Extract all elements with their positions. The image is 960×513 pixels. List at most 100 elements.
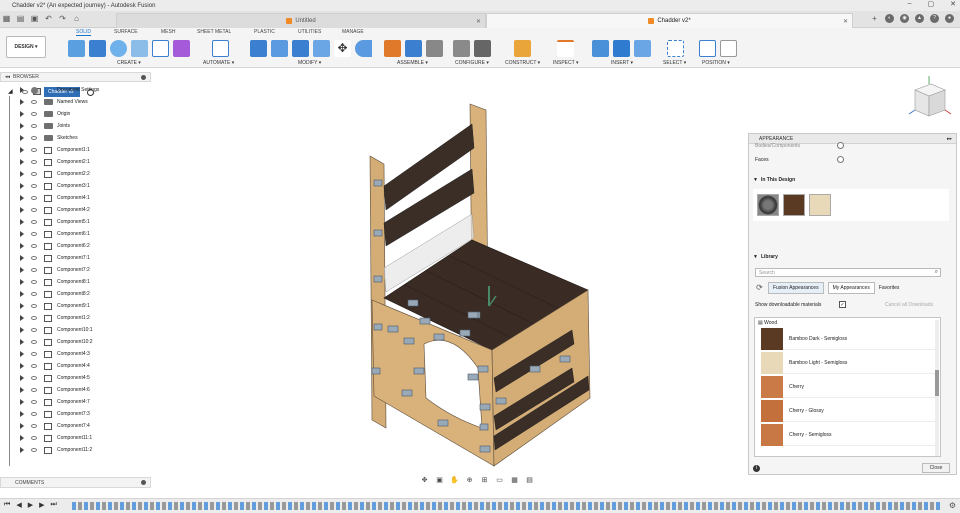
extensions-icon[interactable]: ◐ (885, 14, 894, 23)
library-section[interactable]: ▼ Library (753, 254, 778, 260)
visibility-icon[interactable] (31, 412, 37, 416)
expand-icon[interactable] (20, 183, 24, 189)
expand-icon[interactable] (20, 147, 24, 153)
expand-icon[interactable] (20, 171, 24, 177)
expand-icon[interactable] (20, 303, 24, 309)
visibility-icon[interactable] (31, 340, 37, 344)
visibility-icon[interactable] (31, 100, 37, 104)
close-icon[interactable]: ✕ (950, 0, 956, 8)
display-settings-icon[interactable]: ▭ (495, 476, 504, 485)
visibility-icon[interactable] (31, 184, 37, 188)
tab-untitled[interactable]: Untitled ✕ (116, 13, 486, 28)
joint-marker[interactable] (373, 275, 383, 283)
material-item[interactable]: Cherry - Glossy (761, 400, 939, 422)
expand-icon[interactable] (20, 423, 24, 429)
browser-item[interactable]: Component4:5 (0, 372, 151, 384)
visibility-icon[interactable] (31, 400, 37, 404)
in-this-design-section[interactable]: ▼ In This Design (753, 177, 795, 183)
visibility-icon[interactable] (31, 172, 37, 176)
expand-icon[interactable] (20, 135, 24, 141)
select-icon[interactable] (667, 40, 684, 57)
visibility-icon[interactable] (31, 232, 37, 236)
browser-item[interactable]: Component3:1 (0, 180, 151, 192)
visibility-icon[interactable] (31, 304, 37, 308)
tab-my-appearances[interactable]: My Appearances (827, 281, 875, 294)
browser-item[interactable]: Component6:1 (0, 228, 151, 240)
browser-item[interactable]: Component5:1 (0, 216, 151, 228)
visibility-icon[interactable] (31, 328, 37, 332)
previous-step-icon[interactable]: ◀ (16, 501, 21, 509)
expand-icon[interactable] (20, 243, 24, 249)
capture-position-icon[interactable] (699, 40, 716, 57)
configure-menu[interactable]: CONFIGURE ▾ (455, 60, 489, 66)
visibility-icon[interactable] (31, 280, 37, 284)
browser-item[interactable]: Component7:3 (0, 408, 151, 420)
browser-item[interactable]: Component10:1 (0, 324, 151, 336)
visibility-icon[interactable] (31, 124, 37, 128)
press-pull-icon[interactable] (250, 40, 267, 57)
material-item[interactable]: Cherry - Semigloss (761, 424, 939, 446)
close-button[interactable]: Close (922, 463, 950, 473)
new-tab-icon[interactable]: + (870, 14, 879, 23)
expand-icon[interactable] (20, 87, 24, 93)
create-sketch-icon[interactable] (68, 40, 85, 57)
visibility-icon[interactable] (31, 352, 37, 356)
browser-item[interactable]: Component4:4 (0, 360, 151, 372)
tab-sheet-metal[interactable]: SHEET METAL (197, 29, 231, 35)
browser-item[interactable]: Component7:1 (0, 252, 151, 264)
tab-chadder[interactable]: Chadder v2* ✕ (486, 13, 853, 28)
create-menu[interactable]: CREATE ▾ (117, 60, 141, 66)
material-item[interactable]: Bamboo Light - Semigloss (761, 352, 939, 374)
job-status-icon[interactable]: ◉ (900, 14, 909, 23)
joint-marker[interactable] (479, 445, 491, 453)
library-search-input[interactable]: Search ⌕ (755, 268, 941, 277)
browser-item[interactable]: Component10:2 (0, 336, 151, 348)
tab-plastic[interactable]: PLASTIC (254, 29, 275, 35)
joint-marker[interactable] (371, 367, 381, 375)
chair-model[interactable] (152, 68, 748, 498)
refresh-icon[interactable]: ⟳ (755, 283, 764, 292)
move-icon[interactable]: ✥ (334, 40, 351, 57)
modify-menu[interactable]: MODIFY ▾ (298, 60, 321, 66)
joint-marker[interactable] (433, 333, 445, 341)
joint-marker[interactable] (373, 229, 383, 237)
joint-marker[interactable] (467, 373, 479, 381)
tab-utilities[interactable]: UTILITIES (298, 29, 321, 35)
visibility-icon[interactable] (31, 292, 37, 296)
joint-marker[interactable] (419, 317, 431, 325)
redo-icon[interactable]: ↷ (58, 14, 67, 23)
apply-bodies-radio[interactable] (837, 142, 844, 149)
expand-icon[interactable] (20, 399, 24, 405)
viewports-icon[interactable]: ▤ (525, 476, 534, 485)
browser-item[interactable]: Component1:1 (0, 144, 151, 156)
visibility-icon[interactable] (31, 196, 37, 200)
material-swatch[interactable] (761, 352, 783, 374)
browser-item[interactable]: Component2:1 (0, 156, 151, 168)
fit-icon[interactable]: ⊞ (480, 476, 489, 485)
visibility-icon[interactable] (31, 148, 37, 152)
fillet-icon[interactable] (271, 40, 288, 57)
table-icon[interactable] (474, 40, 491, 57)
visibility-icon[interactable] (31, 424, 37, 428)
browser-item[interactable]: Origin (0, 108, 151, 120)
joint-marker[interactable] (467, 311, 479, 319)
browser-item[interactable]: Component6:2 (0, 240, 151, 252)
cancel-all-downloads-link[interactable]: Cancel all Downloads (885, 302, 933, 308)
joint-marker[interactable] (479, 423, 489, 431)
expand-icon[interactable] (20, 375, 24, 381)
expand-icon[interactable] (20, 351, 24, 357)
visibility-icon[interactable] (31, 436, 37, 440)
info-icon[interactable]: i (753, 465, 760, 472)
swatch-light-wood[interactable] (809, 194, 831, 216)
browser-item[interactable]: Component8:2 (0, 288, 151, 300)
maximize-icon[interactable]: ▢ (928, 0, 935, 8)
visibility-icon[interactable] (31, 388, 37, 392)
zoom-icon[interactable]: ⊕ (465, 476, 474, 485)
browser-item[interactable]: Sketches (0, 132, 151, 144)
inspect-menu[interactable]: INSPECT ▾ (553, 60, 579, 66)
first-step-icon[interactable]: ⏮ (4, 501, 10, 509)
visibility-icon[interactable] (31, 256, 37, 260)
joint-marker[interactable] (437, 419, 449, 427)
pattern-icon[interactable] (152, 40, 169, 57)
tab-surface[interactable]: SURFACE (114, 29, 138, 35)
